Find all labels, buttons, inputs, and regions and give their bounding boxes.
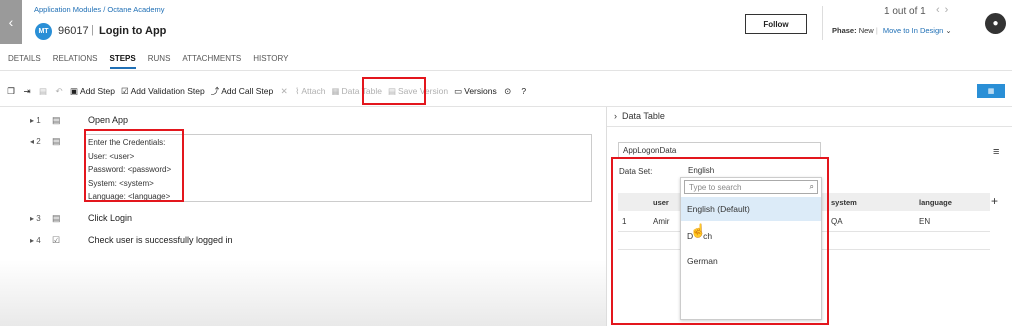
follow-button[interactable]: Follow [745,14,807,34]
tab-bar: DETAILS RELATIONS STEPS RUNS ATTACHMENTS… [8,54,289,69]
breadcrumb[interactable]: Application Modules / Octane Academy [34,5,165,14]
help-icon[interactable]: ? [519,86,529,96]
validation-step-icon: ☑ [121,85,129,96]
save-icon[interactable]: ▤ [38,86,48,97]
back-button[interactable]: ‹ [0,0,22,44]
attach-label: Attach [301,86,326,96]
entity-name: Login to App [99,25,167,37]
paperclip-icon: ⌇ [295,85,300,96]
entity-id: 96017 [58,25,89,37]
step-number: ▸ 3 [30,214,41,223]
move-phase-button[interactable]: Move to In Design [883,26,943,35]
phase-separator: | [875,26,878,35]
step-number: ◂ 2 [30,137,41,146]
select-all-icon[interactable]: ❐ [6,86,16,97]
versions-button[interactable]: ▭ Versions [454,86,497,97]
steps-toolbar: ❐ ⇥ ▤ ↶ ▣ Add Step ☑ Add Validation Step ⤴… [6,84,529,98]
add-validation-step-button[interactable]: ☑ Add Validation Step [121,86,205,97]
toolbar-divider [0,106,1012,107]
add-call-step-label: Add Call Step [221,86,274,96]
column-header[interactable]: system [831,198,857,207]
tab-history[interactable]: HISTORY [253,54,288,69]
run-icon[interactable]: ⊙ [503,86,513,97]
add-column-icon[interactable]: + [991,194,998,208]
table-icon: ▦ [331,85,340,96]
step-text[interactable]: Click Login [88,213,132,223]
menu-icon[interactable]: ≡ [993,146,999,158]
step-icon: ▤ [52,115,61,125]
step-text[interactable]: Check user is successfully logged in [88,235,233,245]
comments-button[interactable]: ● [985,13,1006,34]
data-table-highlight [362,77,426,105]
add-step-button[interactable]: ▣ Add Step [70,86,115,97]
data-table-title: Data Table [622,111,665,121]
steps-footer [0,260,606,326]
chat-icon: ● [992,18,999,29]
add-step-icon: ▣ [70,85,79,96]
chevron-right-icon: › [614,111,617,121]
phase-label: Phase: [832,26,857,35]
step-number: ▸ 1 [30,116,41,125]
phase-value: New [858,26,874,35]
versions-label: Versions [464,86,497,96]
column-header[interactable]: language [919,198,952,207]
call-step-icon: ⤴ [210,86,220,96]
pager-nav[interactable]: ‹› [936,4,953,16]
undo-icon[interactable]: ↶ [54,86,64,97]
table-cell[interactable]: EN [919,217,930,226]
step-text[interactable]: Open App [88,115,128,125]
panel-divider [606,107,607,326]
header-divider [822,6,823,40]
delete-icon[interactable]: ✕ [279,86,289,97]
entity-separator: | [91,24,94,36]
add-call-step-button[interactable]: ⤴ Add Call Step [211,85,274,97]
phase-control: Phase: New | Move to In Design ⌄ [832,26,952,35]
panel-header-divider [607,126,1012,127]
entity-type-badge: MT [35,23,52,40]
chevron-left-icon: ‹ [8,14,14,30]
attach-button[interactable]: ⌇ Attach [295,86,325,97]
table-cell[interactable]: QA [831,217,843,226]
folder-icon: ▭ [454,85,463,96]
add-validation-step-label: Add Validation Step [130,86,205,96]
dataset-highlight [611,157,829,325]
chevron-down-icon[interactable]: ⌄ [945,26,951,35]
pager-text: 1 out of 1 [884,6,926,17]
tab-runs[interactable]: RUNS [148,54,171,69]
credentials-highlight [84,129,184,202]
tab-relations[interactable]: RELATIONS [53,54,98,69]
step-number: ▸ 4 [30,236,41,245]
add-step-label: Add Step [80,86,116,96]
indent-icon[interactable]: ⇥ [22,86,32,97]
tab-steps[interactable]: STEPS [109,54,136,69]
validation-step-icon: ☑ [52,235,61,245]
data-table-header[interactable]: › Data Table [614,111,665,121]
chevron-left-icon[interactable]: ‹ [936,4,945,16]
tabs-divider [0,70,1012,71]
step-icon: ▤ [52,213,61,223]
chevron-right-icon[interactable]: › [945,4,954,16]
tab-attachments[interactable]: ATTACHMENTS [182,54,241,69]
tab-details[interactable]: DETAILS [8,54,41,69]
view-toggle-button[interactable]: ▦ [977,84,1005,98]
step-icon: ▤ [52,136,61,146]
